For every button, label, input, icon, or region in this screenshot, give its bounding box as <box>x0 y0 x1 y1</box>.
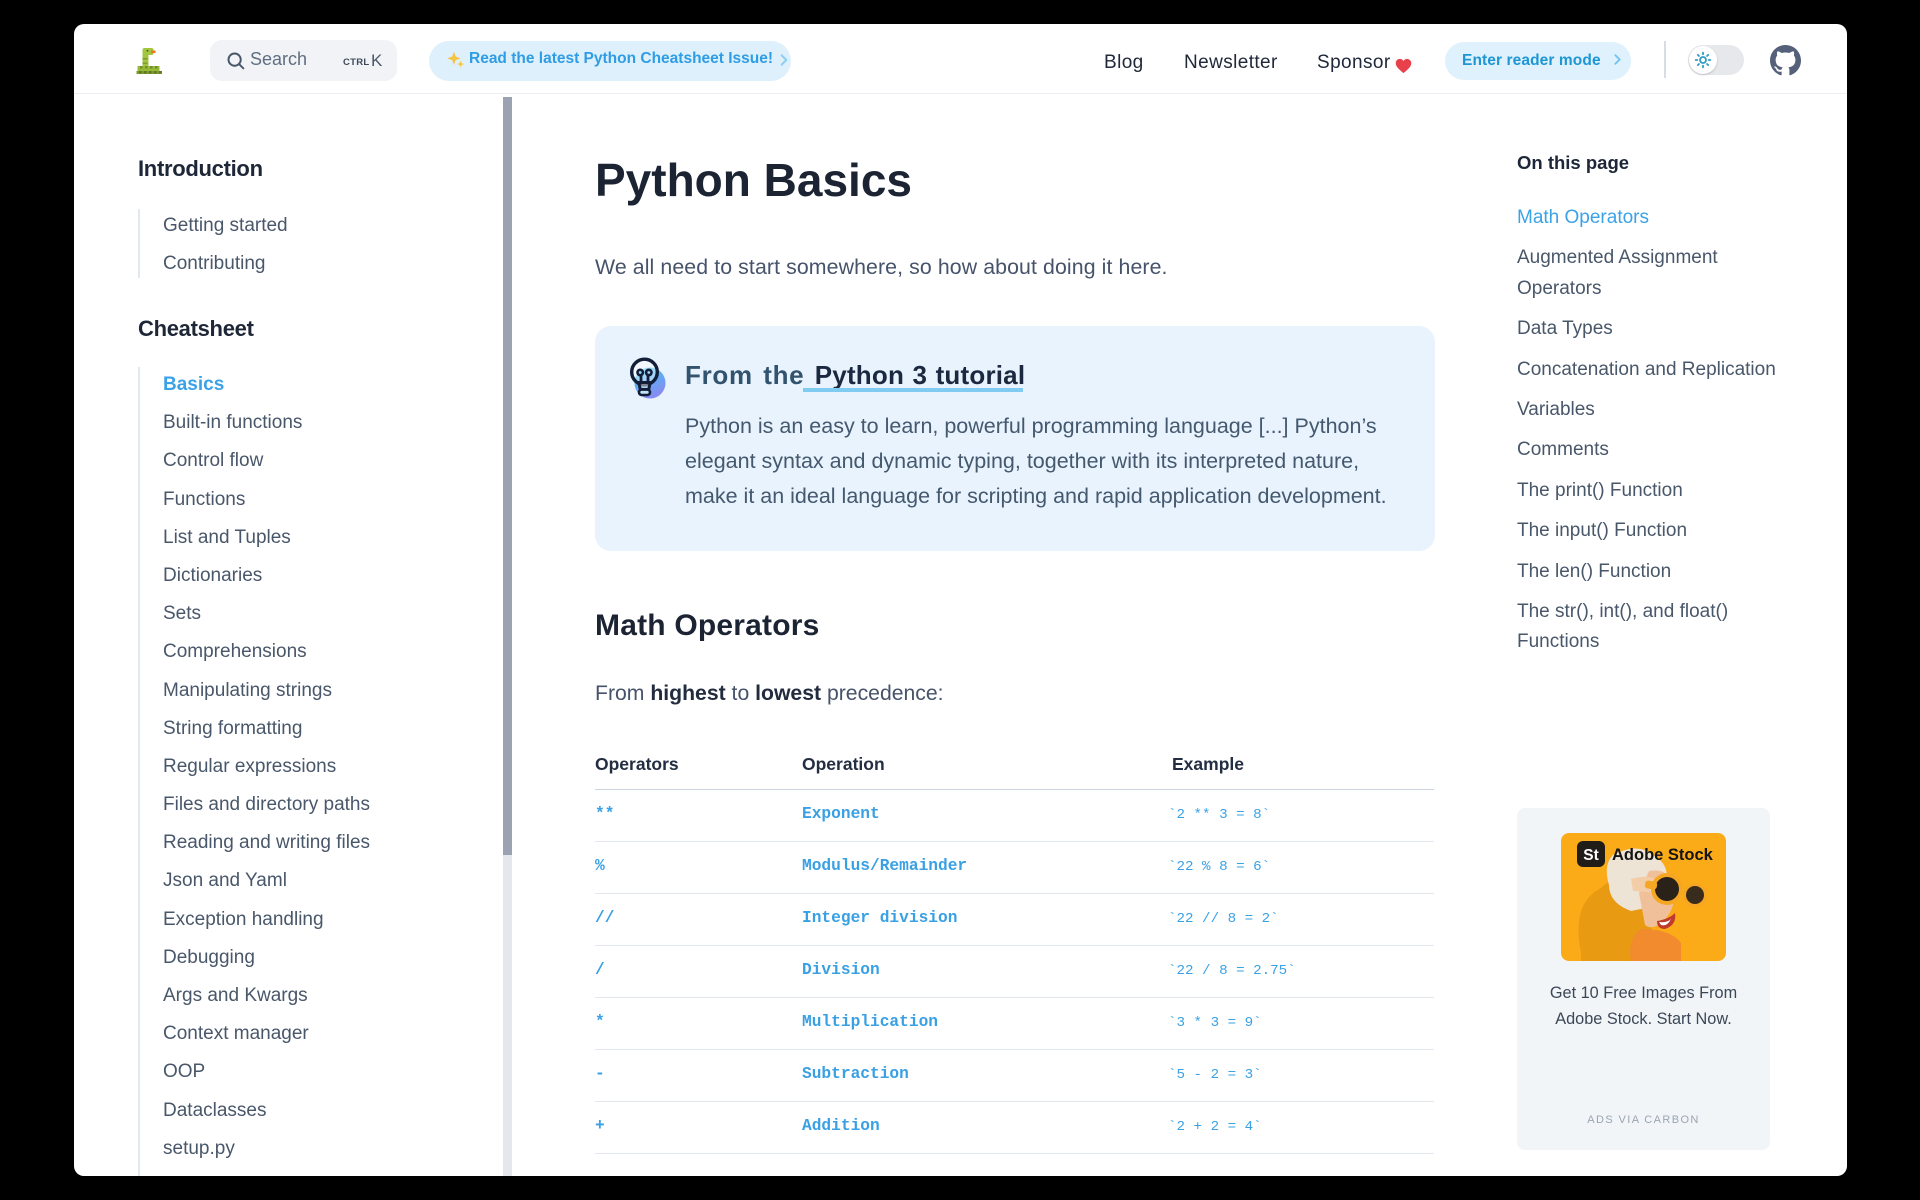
svg-text:Adobe Stock: Adobe Stock <box>1612 846 1714 864</box>
svg-text:St: St <box>1583 847 1599 864</box>
